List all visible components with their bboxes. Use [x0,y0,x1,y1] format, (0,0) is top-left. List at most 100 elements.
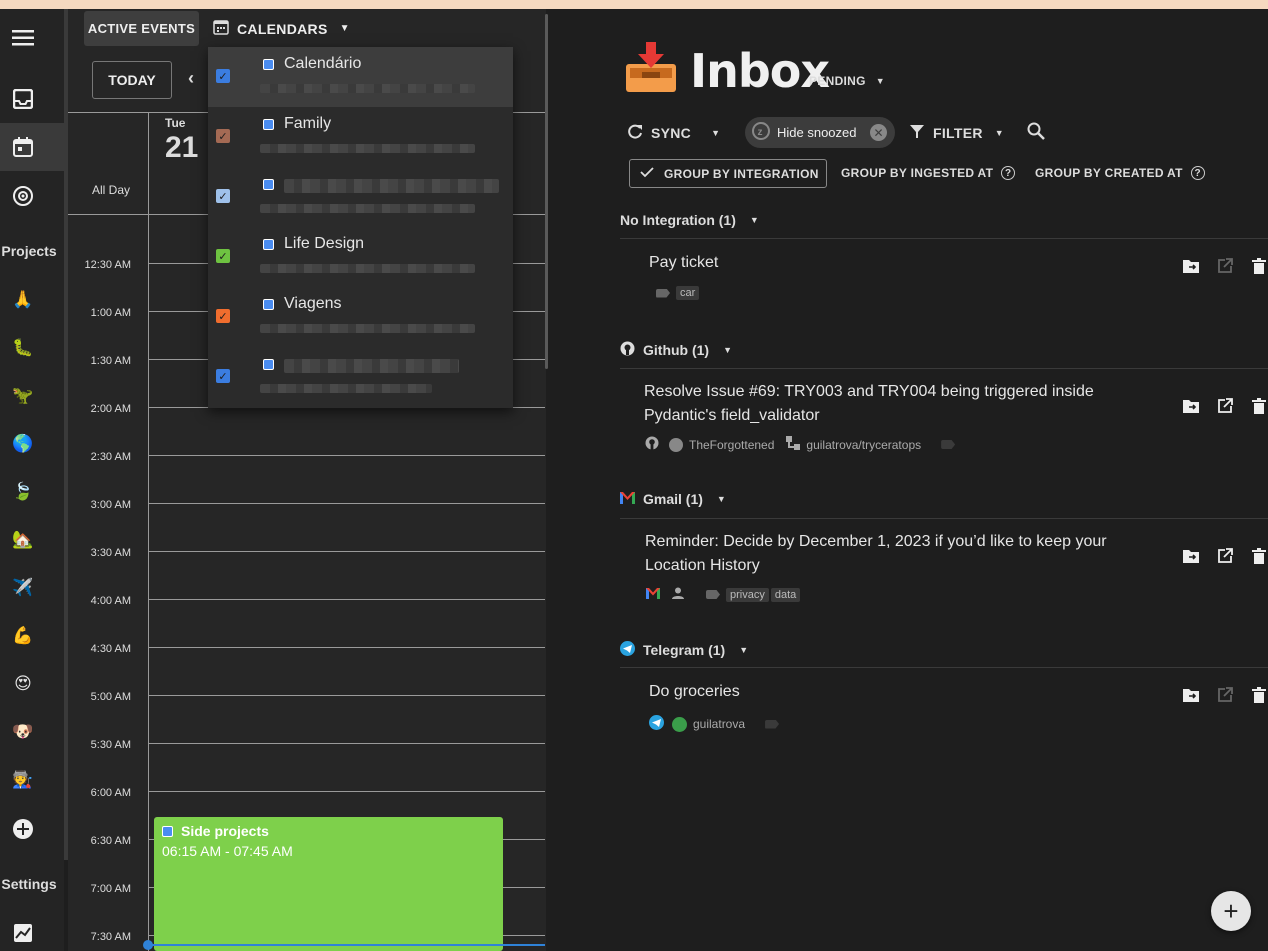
group-by-created-button[interactable]: GROUP BY CREATED AT ? [1035,166,1205,180]
day-number[interactable]: 21 [165,131,198,165]
group-by-integration-button[interactable]: GROUP BY INTEGRATION [629,159,827,188]
google-calendar-icon [263,119,274,130]
hour-line [148,503,545,504]
previous-day-icon[interactable]: ‹ [188,68,194,89]
today-button[interactable]: TODAY [92,61,172,99]
task-title[interactable]: Pay ticket [649,251,718,275]
redacted-text [284,359,459,373]
move-to-project-icon[interactable] [1181,546,1201,566]
github-user[interactable]: TheForgottened [689,438,774,452]
task-title[interactable]: Do groceries [649,680,740,704]
calendar-option-name: Calendário [284,55,362,72]
calendar-nav-icon[interactable] [10,134,36,160]
google-calendar-icon [263,359,274,370]
checkbox-checked-icon[interactable]: ✓ [216,189,230,203]
checkbox-checked-icon[interactable]: ✓ [216,309,230,323]
google-calendar-icon [263,239,274,250]
project-dog-icon[interactable]: 🐶 [10,721,36,743]
day-name: Tue [165,116,186,130]
time-label: 12:30 AM [84,259,131,271]
task-title[interactable]: Resolve Issue #69: TRY003 and TRY004 bei… [644,380,1094,428]
all-day-label: All Day [92,183,131,197]
calendar-option-name: Life Design [284,235,365,252]
section-header[interactable]: Github (1) ▼ [620,341,732,359]
open-external-icon[interactable] [1215,256,1235,276]
active-events-tab[interactable]: ACTIVE EVENTS [84,11,199,46]
delete-icon[interactable] [1249,256,1268,276]
move-to-project-icon[interactable] [1181,396,1201,416]
status-selector[interactable]: PENDING ▼ [809,74,885,88]
project-bug-icon[interactable]: 🐛 [10,337,36,359]
delete-icon[interactable] [1249,546,1268,566]
task-title[interactable]: Reminder: Decide by December 1, 2023 if … [645,530,1107,578]
move-to-project-icon[interactable] [1181,685,1201,705]
redacted-text [260,84,475,93]
checkbox-checked-icon[interactable]: ✓ [216,69,230,83]
move-to-project-icon[interactable] [1181,256,1201,276]
tag[interactable]: car [676,286,700,300]
calendar-option[interactable]: ✓ Life Design [208,227,513,287]
settings-label[interactable]: Settings [0,876,58,892]
tag[interactable]: privacy [726,587,769,602]
project-heart-eyes-icon[interactable]: 😍 [10,673,36,695]
project-globe-icon[interactable]: 🌎 [10,433,36,455]
calendar-option[interactable]: ✓ Calendário [208,47,513,107]
search-icon[interactable] [1027,122,1045,140]
project-worker-icon[interactable]: 🧑‍🏭 [10,769,36,791]
project-muscle-icon[interactable]: 💪 [10,625,36,647]
menu-icon[interactable] [10,25,36,51]
target-nav-icon[interactable] [10,182,36,208]
redacted-text [260,144,475,153]
time-label: 6:30 AM [90,835,131,847]
filter-button[interactable]: FILTER ▼ [909,123,1004,142]
time-label: 2:30 AM [90,451,131,463]
checkbox-checked-icon[interactable]: ✓ [216,129,230,143]
open-external-icon[interactable] [1215,546,1235,566]
open-external-icon[interactable] [1215,396,1235,416]
project-house-icon[interactable]: 🏡 [10,529,36,551]
github-repo[interactable]: guilatrova/tryceratops [806,438,921,452]
time-label: 4:30 AM [90,643,131,655]
close-icon[interactable]: ✕ [870,124,887,141]
section-header[interactable]: Telegram (1) ▼ [620,641,748,659]
project-leaf-icon[interactable]: 🍃 [10,481,36,503]
hour-line [148,455,545,456]
project-dinosaur-icon[interactable]: 🦖 [10,385,36,407]
calendar-option[interactable]: ✓ [208,167,513,227]
time-label: 3:30 AM [90,547,131,559]
hour-line [148,599,545,600]
sync-button[interactable]: SYNC ▼ [627,123,720,142]
calendar-event[interactable]: Side projects 06:15 AM - 07:45 AM [154,817,503,951]
caret-down-icon: ▼ [739,645,749,655]
delete-icon[interactable] [1249,685,1268,705]
caret-down-icon: ▼ [875,76,885,86]
time-label: 7:00 AM [90,883,131,895]
inbox-nav-icon[interactable] [10,86,36,112]
plus-icon: + [1223,895,1239,926]
help-icon[interactable]: ? [1190,166,1205,180]
hide-snoozed-chip[interactable]: z Hide snoozed ✕ [745,117,895,148]
insights-icon[interactable] [10,920,36,946]
checkbox-checked-icon[interactable]: ✓ [216,369,230,383]
add-project-icon[interactable] [10,816,36,842]
calendar-option[interactable]: ✓ Viagens [208,287,513,347]
help-icon[interactable]: ? [1001,166,1016,180]
section-header[interactable]: Gmail (1) ▼ [620,491,726,507]
refresh-icon [627,123,643,142]
calendars-button[interactable]: CALENDARS ▼ [213,11,350,46]
telegram-user[interactable]: guilatrova [693,717,745,731]
calendar-option[interactable]: ✓ [208,347,513,407]
caret-down-icon[interactable]: ▼ [711,128,720,138]
delete-icon[interactable] [1249,396,1268,416]
calendar-option[interactable]: ✓ Family [208,107,513,167]
section-header[interactable]: No Integration (1) ▼ [620,212,759,228]
section-title: Telegram (1) [643,642,726,658]
project-pray-icon[interactable]: 🙏 [10,289,36,311]
current-time-line [148,944,545,946]
add-task-button[interactable]: + [1211,891,1251,931]
checkbox-checked-icon[interactable]: ✓ [216,249,230,263]
project-airplane-icon[interactable]: ✈️ [10,577,36,599]
tag[interactable]: data [770,587,801,602]
group-by-ingested-button[interactable]: GROUP BY INGESTED AT ? [841,166,1016,180]
open-external-icon[interactable] [1215,685,1235,705]
